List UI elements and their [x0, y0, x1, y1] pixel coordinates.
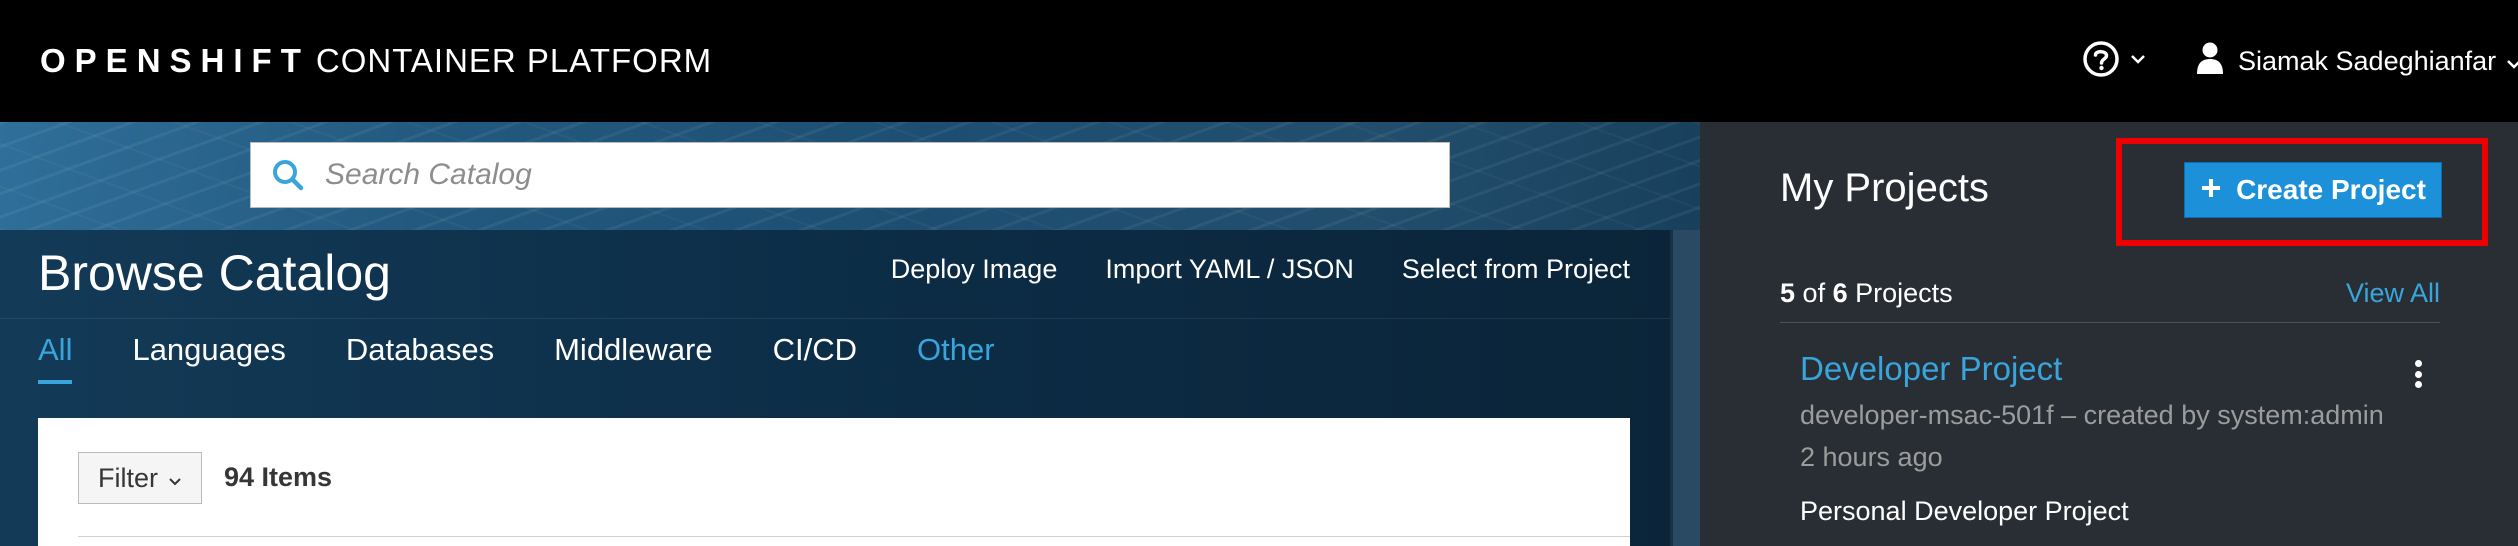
view-all-link[interactable]: View All — [2346, 278, 2440, 309]
project-name-link[interactable]: Developer Project — [1800, 350, 2062, 388]
projects-total-count: 6 — [1832, 278, 1848, 308]
tab-ci-cd[interactable]: CI/CD — [773, 332, 857, 384]
catalog-scrollbar[interactable] — [1670, 230, 1700, 546]
chevron-down-icon — [2506, 46, 2518, 77]
create-project-label: Create Project — [2236, 174, 2426, 205]
create-project-button[interactable]: Create Project — [2184, 162, 2442, 218]
tab-middleware[interactable]: Middleware — [554, 332, 713, 384]
select-from-project-link[interactable]: Select from Project — [1402, 254, 1630, 285]
tab-databases[interactable]: Databases — [346, 332, 494, 384]
chevron-down-icon — [2130, 52, 2146, 70]
page-title: Browse Catalog — [38, 245, 391, 301]
projects-summary-suffix: Projects — [1855, 278, 1953, 308]
deploy-image-link[interactable]: Deploy Image — [891, 254, 1058, 285]
import-yaml-json-link[interactable]: Import YAML / JSON — [1105, 254, 1354, 285]
tab-languages[interactable]: Languages — [132, 332, 285, 384]
catalog-hero-banner — [0, 122, 1700, 230]
project-created-time: 2 hours ago — [1800, 442, 1943, 472]
divider — [78, 536, 1630, 537]
plus-icon — [2200, 174, 2222, 206]
tab-other[interactable]: Other — [917, 332, 995, 384]
user-icon — [2196, 41, 2224, 82]
user-name: Siamak Sadeghianfar — [2238, 45, 2497, 76]
masthead: OPENSHIFT CONTAINER PLATFORM Siamak Sade… — [0, 0, 2518, 122]
projects-title: My Projects — [1780, 166, 1989, 210]
project-meta: developer-msac-501f – created by system:… — [1800, 400, 2384, 430]
catalog-actions: Deploy Image Import YAML / JSON Select f… — [891, 254, 1630, 285]
projects-shown-count: 5 — [1780, 278, 1796, 308]
filter-dropdown[interactable]: Filter — [78, 452, 202, 504]
brand-logo[interactable]: OPENSHIFT CONTAINER PLATFORM — [40, 38, 712, 84]
divider — [1780, 322, 2440, 323]
catalog-area: Browse Catalog Deploy Image Import YAML … — [0, 122, 1700, 546]
projects-summary: 5 of 6 Projects — [1780, 278, 1953, 309]
help-menu[interactable] — [2082, 40, 2146, 82]
projects-summary-of: of — [1802, 278, 1826, 308]
search-input[interactable] — [325, 145, 1449, 205]
filter-label: Filter — [98, 462, 158, 493]
kebab-menu-icon[interactable] — [2406, 356, 2430, 392]
brand-product: CONTAINER PLATFORM — [315, 42, 713, 79]
chevron-down-icon — [168, 463, 182, 494]
catalog-items-card: Filter 94 Items — [38, 418, 1630, 546]
my-projects-panel: My Projects Create Project 5 of 6 Projec… — [1700, 122, 2518, 546]
question-circle-icon — [2082, 40, 2120, 83]
brand-name: OPENSHIFT — [40, 42, 310, 79]
divider — [0, 318, 1670, 319]
catalog-tabs: All Languages Databases Middleware CI/CD… — [38, 332, 1055, 384]
tab-all[interactable]: All — [38, 332, 73, 384]
items-count: 94 Items — [224, 462, 333, 492]
project-description: Personal Developer Project — [1800, 496, 2129, 526]
user-menu[interactable]: Siamak Sadeghianfar — [2196, 40, 2518, 82]
search-icon — [271, 158, 305, 192]
catalog-search-box[interactable] — [250, 142, 1450, 208]
